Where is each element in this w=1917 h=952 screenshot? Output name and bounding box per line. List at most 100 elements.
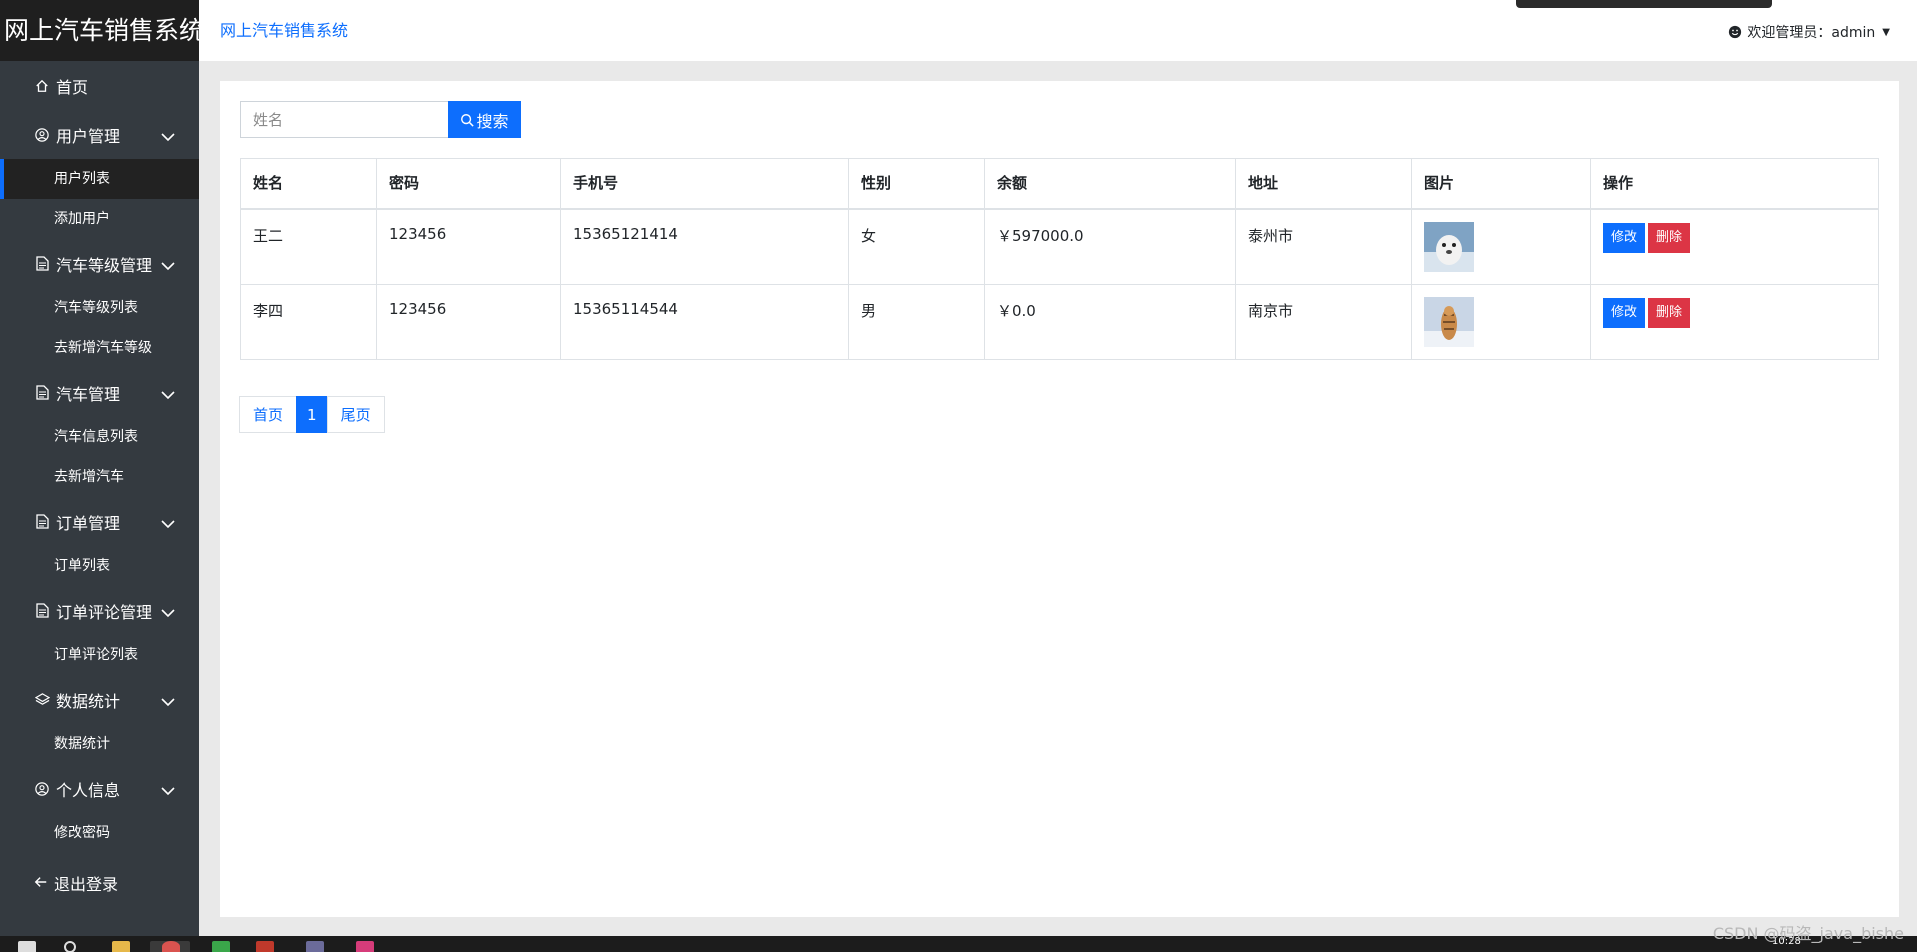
sidebar-group-label: 个人信息 — [56, 780, 121, 800]
seal-photo — [1424, 221, 1474, 272]
sidebar-group-car-management[interactable]: 汽车管理 — [0, 368, 199, 417]
cell-password: 123456 — [376, 283, 561, 360]
sidebar-group-label: 用户管理 — [56, 126, 121, 146]
user-circle-icon — [34, 127, 50, 143]
logout-button[interactable]: 退出登录 — [0, 857, 199, 909]
app-icon[interactable] — [356, 941, 374, 952]
sidebar-item-order-comment-list[interactable]: 订单评论列表 — [0, 635, 199, 675]
tooltip-overlay — [1516, 0, 1772, 8]
sidebar-item-car-info-list[interactable]: 汽车信息列表 — [0, 417, 199, 457]
sidebar-group-user-management[interactable]: 用户管理 — [0, 110, 199, 159]
document-icon — [34, 514, 50, 530]
chevron-down-icon — [161, 781, 175, 800]
edit-button[interactable]: 修改 — [1603, 297, 1646, 328]
sidebar-item-add-user[interactable]: 添加用户 — [0, 199, 199, 239]
sidebar-group-car-level-management[interactable]: 汽车等级管理 — [0, 239, 199, 288]
pagination: 首页 1 尾页 — [239, 396, 385, 433]
chevron-down-icon — [161, 603, 175, 622]
chevron-down-icon — [161, 514, 175, 533]
user-menu[interactable]: 欢迎管理员：admin ▼ — [1728, 22, 1890, 42]
column-header: 操作 — [1590, 158, 1879, 210]
cell-gender: 女 — [848, 208, 985, 285]
sidebar-item-label: 首页 — [56, 77, 89, 97]
cell-phone: 15365121414 — [560, 208, 849, 285]
app-icon[interactable] — [256, 941, 274, 952]
column-header: 余额 — [984, 158, 1236, 210]
search-icon[interactable] — [64, 941, 76, 952]
sidebar-group-personal-info[interactable]: 个人信息 — [0, 764, 199, 813]
cell-image — [1411, 208, 1591, 285]
arrow-left-icon — [34, 874, 48, 893]
column-header: 密码 — [376, 158, 561, 210]
document-icon — [34, 385, 50, 401]
user-table: 姓名 密码 手机号 性别 余额 地址 图片 操作 王二 123456 15365… — [240, 158, 1879, 360]
document-icon — [34, 603, 50, 619]
cell-name: 李四 — [240, 283, 377, 360]
column-header: 手机号 — [560, 158, 849, 210]
home-icon — [34, 78, 50, 94]
table-header-row: 姓名 密码 手机号 性别 余额 地址 图片 操作 — [240, 158, 1879, 210]
search-input[interactable] — [240, 101, 448, 138]
table-row: 王二 123456 15365121414 女 ￥597000.0 泰州市 修改… — [240, 208, 1879, 285]
cell-balance: ￥0.0 — [984, 283, 1236, 360]
sidebar-item-user-list[interactable]: 用户列表 — [0, 159, 199, 199]
cell-balance: ￥597000.0 — [984, 208, 1236, 285]
chevron-down-icon — [161, 256, 175, 275]
browser-icon[interactable] — [162, 941, 180, 952]
app-icon[interactable] — [212, 941, 230, 952]
sidebar-item-change-password[interactable]: 修改密码 — [0, 813, 199, 853]
delete-button[interactable]: 删除 — [1648, 297, 1691, 328]
delete-button[interactable]: 删除 — [1648, 222, 1691, 253]
cell-address: 南京市 — [1235, 283, 1412, 360]
sidebar-group-label: 订单管理 — [56, 513, 121, 533]
sidebar-group-order-management[interactable]: 订单管理 — [0, 497, 199, 546]
cell-password: 123456 — [376, 208, 561, 285]
sidebar-group-label: 汽车管理 — [56, 384, 121, 404]
sidebar-item-home[interactable]: 首页 — [0, 61, 199, 110]
app-icon[interactable] — [306, 941, 324, 952]
header-title-link[interactable]: 网上汽车销售系统 — [220, 17, 348, 41]
search-icon — [460, 113, 475, 127]
pagination-page-current[interactable]: 1 — [296, 396, 328, 433]
user-circle-icon — [34, 781, 50, 797]
table-row: 李四 123456 15365114544 男 ￥0.0 南京市 修改删除 — [240, 283, 1879, 360]
pagination-first[interactable]: 首页 — [239, 396, 298, 433]
sidebar-item-order-list[interactable]: 订单列表 — [0, 546, 199, 586]
column-header: 图片 — [1411, 158, 1591, 210]
pagination-last[interactable]: 尾页 — [326, 396, 385, 433]
chevron-down-icon — [161, 385, 175, 404]
cell-phone: 15365114544 — [560, 283, 849, 360]
sidebar-group-statistics[interactable]: 数据统计 — [0, 675, 199, 724]
edit-button[interactable]: 修改 — [1603, 222, 1646, 253]
top-header: 网上汽车销售系统 欢迎管理员：admin ▼ — [199, 0, 1917, 61]
cell-name: 王二 — [240, 208, 377, 285]
logout-label: 退出登录 — [54, 875, 119, 894]
caret-down-icon: ▼ — [1882, 26, 1890, 38]
layers-icon — [34, 692, 50, 708]
sidebar-item-add-car[interactable]: 去新增汽车 — [0, 457, 199, 497]
cell-address: 泰州市 — [1235, 208, 1412, 285]
chevron-down-icon — [161, 692, 175, 711]
os-taskbar: 10:28 — [0, 936, 1917, 952]
sidebar-group-label: 数据统计 — [56, 691, 121, 711]
search-button[interactable]: 搜索 — [448, 101, 521, 138]
sidebar-group-label: 订单评论管理 — [56, 602, 153, 622]
cell-actions: 修改 删除 — [1590, 208, 1879, 285]
watermark-text: CSDN @码盗_java_bishe — [1712, 924, 1904, 943]
sidebar-group-label: 汽车等级管理 — [56, 255, 153, 275]
folder-icon[interactable] — [112, 941, 130, 952]
cell-gender: 男 — [848, 283, 985, 360]
sidebar-item-statistics[interactable]: 数据统计 — [0, 724, 199, 764]
column-header: 性别 — [848, 158, 985, 210]
document-icon — [34, 256, 50, 272]
welcome-text: 欢迎管理员：admin — [1747, 25, 1876, 41]
sidebar-group-order-comment-management[interactable]: 订单评论管理 — [0, 586, 199, 635]
search-button-label: 搜索 — [476, 111, 509, 131]
windows-start-icon[interactable] — [18, 941, 36, 952]
sidebar-item-car-level-list[interactable]: 汽车等级列表 — [0, 288, 199, 328]
sidebar-item-add-car-level[interactable]: 去新增汽车等级 — [0, 328, 199, 368]
sidebar: 网上汽车销售系统 首页 用户管理 用户列表 添加用户 汽车等级管理 汽车等级列表… — [0, 0, 199, 936]
column-header: 地址 — [1235, 158, 1412, 210]
cell-actions: 修改 删除 — [1590, 283, 1879, 360]
smiley-icon — [1728, 25, 1742, 39]
